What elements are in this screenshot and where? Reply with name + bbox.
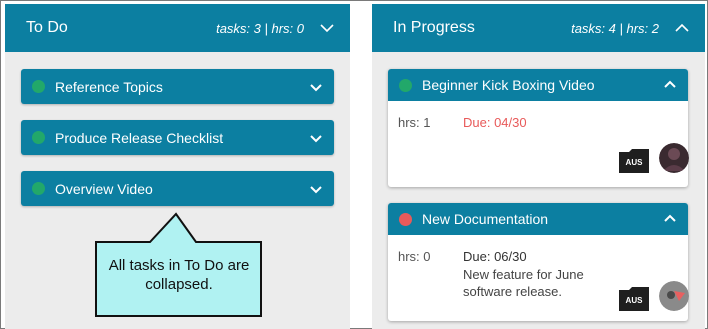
callout-text: All tasks in To Do are collapsed. (108, 257, 250, 293)
